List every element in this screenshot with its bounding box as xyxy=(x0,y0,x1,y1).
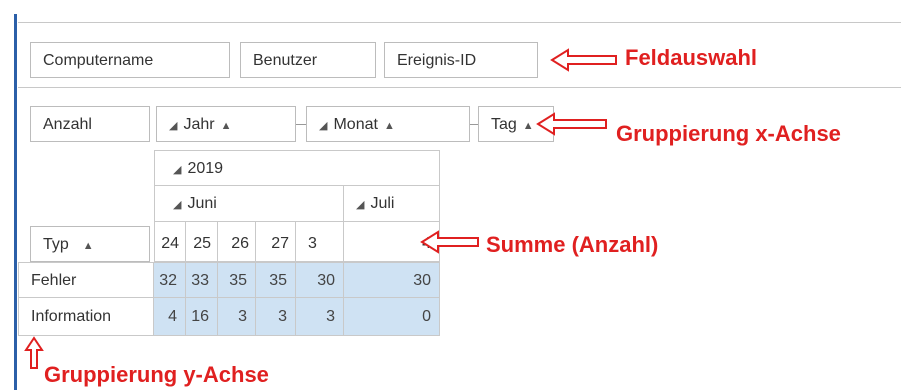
left-arrow-icon xyxy=(536,112,607,136)
day-header[interactable]: 27 xyxy=(256,222,296,262)
day-header[interactable]: 26 xyxy=(218,222,256,262)
group-field-label: Jahr xyxy=(183,116,215,133)
value-cell[interactable]: 35 xyxy=(218,262,256,298)
left-arrow-icon xyxy=(550,48,617,72)
field-ereignis-id[interactable]: Ereignis-ID xyxy=(384,42,538,78)
value-cell[interactable]: 4 xyxy=(154,298,186,336)
value-cell[interactable]: 3 xyxy=(296,298,344,336)
group-connector xyxy=(470,124,478,125)
value-cell[interactable]: 3 xyxy=(218,298,256,336)
month-label: Juni xyxy=(187,195,217,212)
annotation-gruppierung-x: Gruppierung x-Achse xyxy=(616,121,841,146)
up-arrow-icon xyxy=(24,336,44,369)
group-field-label: Monat xyxy=(333,116,378,133)
group-field-monat[interactable]: ◢ Monat ▲ xyxy=(306,106,470,142)
group-field-label: Tag xyxy=(491,116,517,133)
window-edge-bar xyxy=(14,14,17,390)
measure-anzahl[interactable]: Anzahl xyxy=(30,106,150,142)
row-label-information[interactable]: Information xyxy=(18,298,154,336)
collapse-triangle-icon[interactable]: ◢ xyxy=(173,152,181,188)
group-connector xyxy=(296,124,306,125)
annotation-summe: Summe (Anzahl) xyxy=(486,232,659,257)
day-header[interactable]: 3 xyxy=(296,222,344,262)
field-computername[interactable]: Computername xyxy=(30,42,230,78)
value-cell[interactable]: 32 xyxy=(154,262,186,298)
column-header-month-juni[interactable]: ◢ Juni xyxy=(154,186,344,222)
expand-triangle-icon: ◢ xyxy=(169,120,178,132)
collapse-triangle-icon[interactable]: ◢ xyxy=(356,187,364,223)
value-cell[interactable]: 30 xyxy=(344,262,440,298)
year-label: 2019 xyxy=(187,160,224,177)
column-header-month-juli[interactable]: ◢ Juli xyxy=(344,186,440,222)
value-cell[interactable]: 33 xyxy=(186,262,218,298)
column-header-year[interactable]: ◢ 2019 xyxy=(154,150,440,186)
value-cell[interactable]: 16 xyxy=(186,298,218,336)
value-cell[interactable]: 35 xyxy=(256,262,296,298)
value-cell[interactable]: 0 xyxy=(344,298,440,336)
panel-divider xyxy=(18,87,901,88)
sort-ascending-icon[interactable]: ▲ xyxy=(83,240,94,252)
left-arrow-icon xyxy=(420,230,479,254)
sort-ascending-icon[interactable]: ▲ xyxy=(384,120,395,132)
group-field-jahr[interactable]: ◢ Jahr ▲ xyxy=(156,106,296,142)
field-benutzer[interactable]: Benutzer xyxy=(240,42,376,78)
panel-top-border xyxy=(18,22,901,23)
month-label: Juli xyxy=(370,195,395,212)
collapse-triangle-icon[interactable]: ◢ xyxy=(173,187,181,223)
day-header[interactable]: 24 xyxy=(154,222,186,262)
row-field-typ[interactable]: Typ ▲ xyxy=(30,226,150,262)
annotation-feldauswahl: Feldauswahl xyxy=(625,45,758,70)
value-cell[interactable]: 30 xyxy=(296,262,344,298)
sort-ascending-icon[interactable]: ▲ xyxy=(221,120,232,132)
row-label-fehler[interactable]: Fehler xyxy=(18,262,154,298)
day-header[interactable]: 25 xyxy=(186,222,218,262)
annotation-gruppierung-y: Gruppierung y-Achse xyxy=(44,362,269,387)
expand-triangle-icon: ◢ xyxy=(319,120,328,132)
row-field-label: Typ xyxy=(43,236,69,253)
sort-ascending-icon[interactable]: ▲ xyxy=(523,120,534,132)
value-cell[interactable]: 3 xyxy=(256,298,296,336)
